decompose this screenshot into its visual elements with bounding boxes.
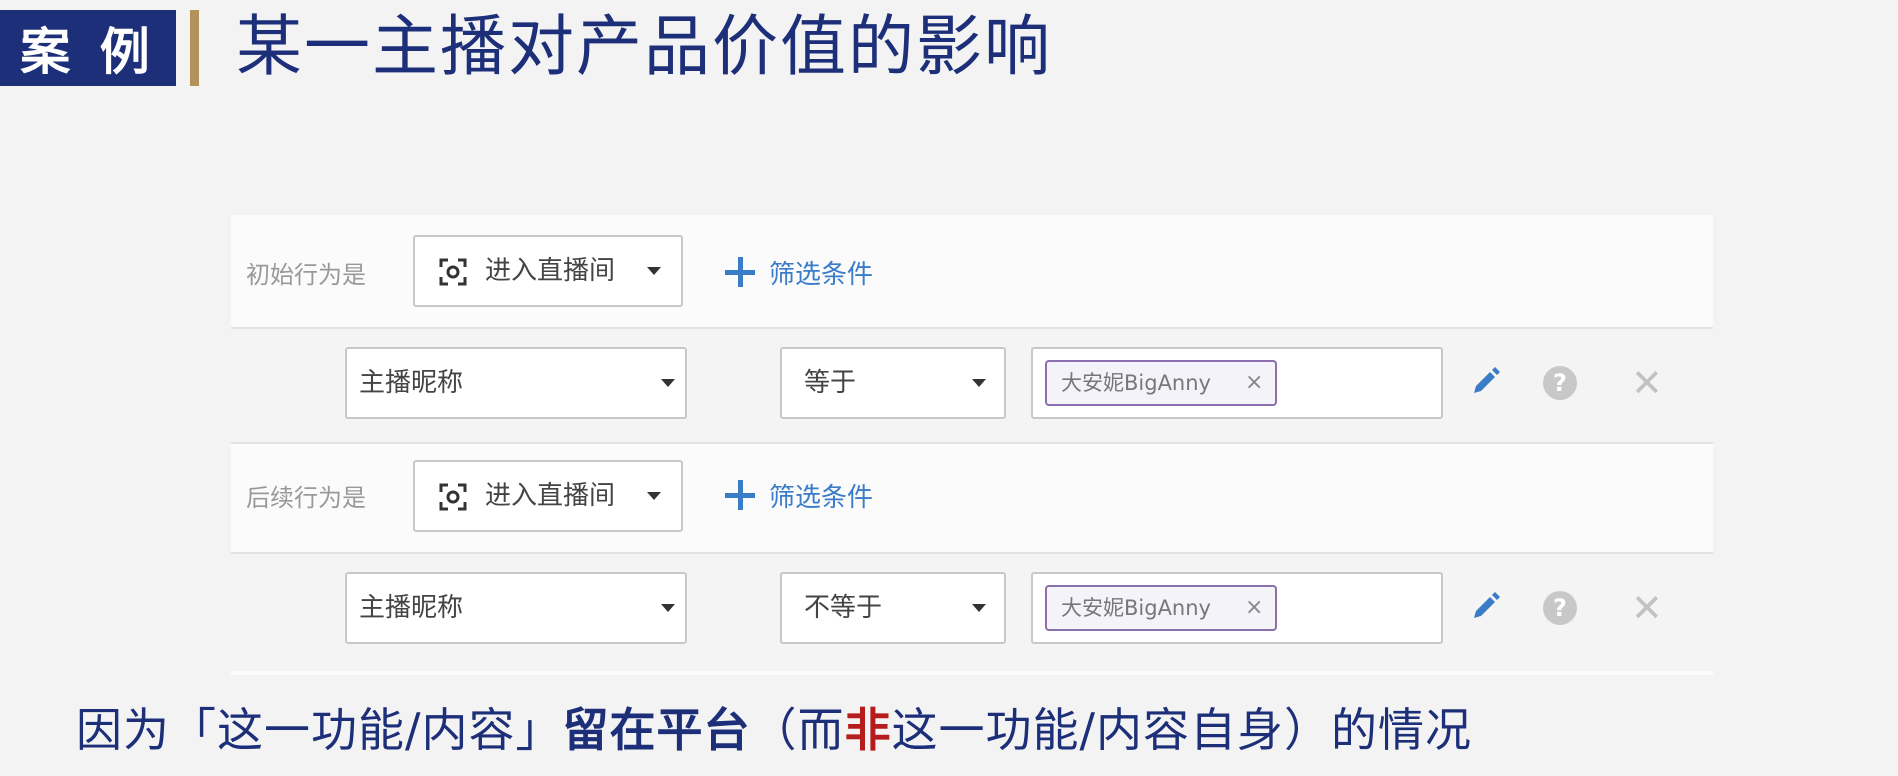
property-select-label: 主播昵称 [359, 368, 464, 398]
caption-negation: 非 [844, 703, 892, 757]
help-icon[interactable]: ? [1543, 591, 1577, 625]
followup-behavior-row: 后续行为是 进入直播间 筛选条件 [231, 442, 1713, 554]
value-chip-label: 大安妮BigAnny [1061, 371, 1211, 395]
close-icon[interactable]: ✕ [1631, 589, 1663, 627]
chevron-down-icon [661, 379, 675, 387]
caption-part: 因为「这一功能/内容」 [76, 703, 563, 757]
chevron-down-icon [972, 379, 986, 387]
initial-event-label: 进入直播间 [485, 256, 616, 286]
help-icon[interactable]: ? [1543, 366, 1577, 400]
add-filter-button[interactable]: 筛选条件 [725, 475, 873, 515]
initial-operator-select[interactable]: 等于 [780, 347, 1006, 419]
chevron-down-icon [647, 267, 661, 275]
add-filter-label: 筛选条件 [769, 259, 874, 290]
followup-condition-row: 主播昵称 不等于 大安妮BigAnny × ? ✕ [231, 552, 1713, 671]
initial-value-input[interactable]: 大安妮BigAnny × [1031, 347, 1443, 419]
followup-value-input[interactable]: 大安妮BigAnny × [1031, 572, 1443, 644]
page-title: 某一主播对产品价值的影响 [236, 8, 1052, 85]
value-chip: 大安妮BigAnny × [1045, 585, 1277, 631]
operator-select-label: 等于 [804, 368, 857, 398]
filter-panel: 初始行为是 进入直播间 筛选条件 主播昵称 等于 大安妮BigAnny × ? … [231, 215, 1713, 675]
initial-property-select[interactable]: 主播昵称 [345, 347, 687, 419]
scan-icon [439, 483, 467, 511]
caption-part: 这一功能/内容自身）的情况 [891, 703, 1472, 757]
pencil-icon[interactable] [1468, 590, 1502, 624]
followup-behavior-label: 后续行为是 [246, 484, 366, 512]
caption-part: （而 [750, 703, 845, 757]
close-icon[interactable]: ✕ [1631, 364, 1663, 402]
pencil-icon[interactable] [1468, 365, 1502, 399]
caption-emphasis: 留在平台 [562, 703, 751, 757]
initial-behavior-row: 初始行为是 进入直播间 筛选条件 [231, 215, 1713, 327]
scan-icon [439, 258, 467, 286]
chevron-down-icon [972, 604, 986, 612]
chevron-down-icon [647, 492, 661, 500]
title-accent-bar [190, 10, 199, 86]
followup-operator-select[interactable]: 不等于 [780, 572, 1006, 644]
operator-select-label: 不等于 [804, 593, 883, 623]
plus-icon [725, 257, 755, 287]
add-filter-label: 筛选条件 [769, 482, 874, 513]
chevron-down-icon [661, 604, 675, 612]
initial-condition-row: 主播昵称 等于 大安妮BigAnny × ? ✕ [231, 327, 1713, 444]
value-chip: 大安妮BigAnny × [1045, 360, 1277, 406]
followup-event-label: 进入直播间 [485, 481, 616, 511]
add-filter-button[interactable]: 筛选条件 [725, 252, 873, 292]
initial-event-select[interactable]: 进入直播间 [413, 235, 683, 307]
value-chip-label: 大安妮BigAnny [1061, 596, 1211, 620]
followup-property-select[interactable]: 主播昵称 [345, 572, 687, 644]
case-tag: 案 例 [0, 10, 176, 86]
followup-event-select[interactable]: 进入直播间 [413, 460, 683, 532]
remove-chip-icon[interactable]: × [1245, 362, 1263, 404]
caption: 因为「这一功能/内容」留在平台（而非这一功能/内容自身）的情况 [76, 694, 1472, 760]
property-select-label: 主播昵称 [359, 593, 464, 623]
plus-icon [725, 480, 755, 510]
remove-chip-icon[interactable]: × [1245, 587, 1263, 629]
initial-behavior-label: 初始行为是 [246, 261, 366, 289]
